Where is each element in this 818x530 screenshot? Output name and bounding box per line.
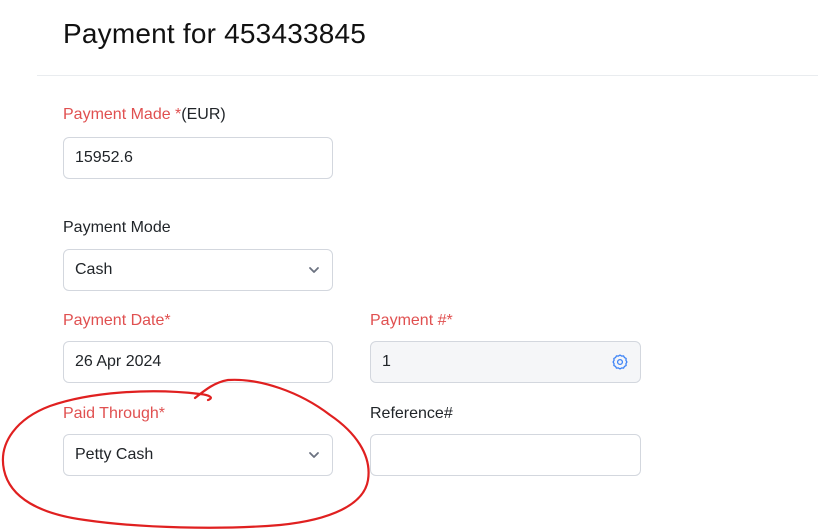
chevron-down-icon bbox=[309, 452, 319, 458]
reference-input[interactable] bbox=[370, 434, 641, 476]
payment-mode-label: Payment Mode bbox=[63, 219, 171, 236]
payment-made-label: Payment Made *(EUR) bbox=[63, 105, 226, 125]
paid-through-value: Petty Cash bbox=[75, 446, 154, 463]
payment-number-label: Payment #* bbox=[370, 312, 453, 329]
paid-through-label: Paid Through* bbox=[63, 405, 165, 422]
payment-mode-value: Cash bbox=[75, 261, 113, 278]
payment-made-input[interactable]: 15952.6 bbox=[63, 137, 333, 179]
gear-icon[interactable] bbox=[611, 353, 629, 371]
payment-made-value: 15952.6 bbox=[75, 149, 133, 166]
payment-mode-select[interactable]: Cash bbox=[63, 249, 333, 291]
payment-date-label: Payment Date* bbox=[63, 312, 171, 329]
reference-label: Reference# bbox=[370, 405, 453, 422]
payment-number-value: 1 bbox=[382, 353, 391, 370]
header-divider bbox=[37, 75, 818, 76]
payment-made-label-text: Payment Made * bbox=[63, 106, 182, 123]
page-title: Payment for 453433845 bbox=[63, 18, 367, 49]
currency-suffix: (EUR) bbox=[181, 106, 226, 123]
payment-date-value: 26 Apr 2024 bbox=[75, 353, 162, 370]
chevron-down-icon bbox=[309, 267, 319, 273]
payment-date-input[interactable]: 26 Apr 2024 bbox=[63, 341, 333, 383]
payment-number-input[interactable]: 1 bbox=[370, 341, 641, 383]
paid-through-select[interactable]: Petty Cash bbox=[63, 434, 333, 476]
